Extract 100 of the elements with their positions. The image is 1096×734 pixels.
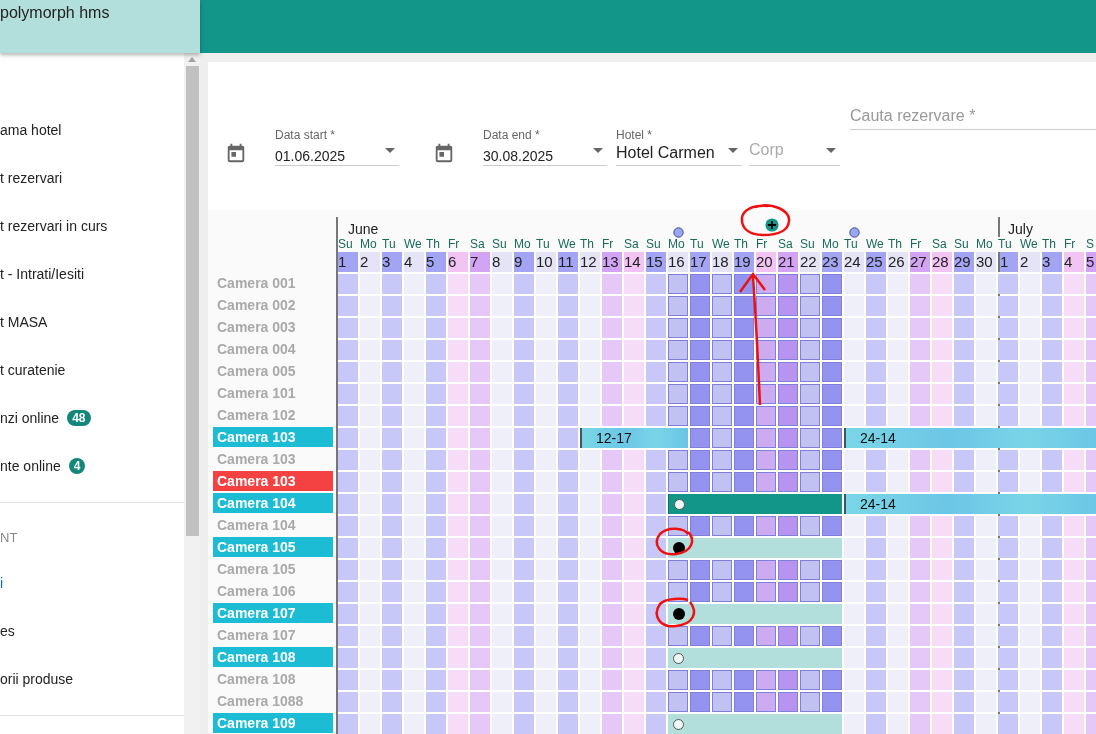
booking-bar[interactable]: 12-17 xyxy=(580,428,688,448)
plus-icon[interactable] xyxy=(765,218,779,232)
hotel-select[interactable]: Hotel * Hotel Carmen xyxy=(616,128,742,166)
day-number[interactable]: 13 xyxy=(602,252,622,272)
dot-icon[interactable] xyxy=(673,227,684,238)
month-label: June xyxy=(348,221,379,237)
day-number[interactable]: 20 xyxy=(756,252,776,272)
month-label: July xyxy=(1008,221,1033,237)
calendar-icon[interactable] xyxy=(433,142,455,164)
day-number[interactable]: 14 xyxy=(624,252,644,272)
room-label: Camera 101 xyxy=(216,384,297,403)
day-number[interactable]: 12 xyxy=(580,252,600,272)
day-number[interactable]: 22 xyxy=(800,252,820,272)
date-field[interactable]: Data start * 01.06.2025 xyxy=(275,128,399,166)
caret-icon xyxy=(593,148,603,153)
calendar-icon[interactable] xyxy=(225,142,247,164)
day-number[interactable]: 26 xyxy=(888,252,908,272)
day-number[interactable]: 15 xyxy=(646,252,666,272)
day-number[interactable]: 11 xyxy=(558,252,578,272)
day-number[interactable]: 5 xyxy=(426,252,446,272)
booking-bar[interactable] xyxy=(668,604,842,624)
day-number[interactable]: 4 xyxy=(404,252,424,272)
weekday-label: Mo xyxy=(822,237,839,251)
weekday-label: Sa xyxy=(778,237,793,251)
weekday-label: Fr xyxy=(602,237,614,251)
nav-item[interactable]: i xyxy=(0,559,184,607)
status-dot xyxy=(673,652,684,664)
day-number[interactable]: 8 xyxy=(492,252,512,272)
nav-item[interactable]: t rezervari xyxy=(0,154,184,202)
weekday-label: Su xyxy=(492,237,507,251)
weekday-label: We xyxy=(558,237,576,251)
nav-item[interactable]: es xyxy=(0,607,184,655)
weekday-label: Th xyxy=(734,237,748,251)
day-number[interactable]: 2 xyxy=(360,252,380,272)
room-label: Camera 106 xyxy=(216,582,297,601)
day-number[interactable]: 28 xyxy=(932,252,952,272)
weekday-label: S xyxy=(1086,237,1094,251)
dot-icon[interactable] xyxy=(849,227,860,238)
nav-item[interactable]: t MASA xyxy=(0,298,184,346)
room-label: Camera 107 xyxy=(213,603,333,623)
day-number[interactable]: 30 xyxy=(976,252,996,272)
count-badge: 4 xyxy=(68,458,86,474)
nav-item[interactable]: nte online 4 xyxy=(0,442,184,490)
booking-bar[interactable] xyxy=(668,538,842,558)
scrollbar[interactable] xyxy=(184,53,200,734)
weekday-label: Tu xyxy=(998,237,1012,251)
day-number[interactable]: 18 xyxy=(712,252,732,272)
search-field[interactable]: Cauta rezervare * xyxy=(850,107,1096,130)
day-number[interactable]: 3 xyxy=(1042,252,1062,272)
weekday-label: Mo xyxy=(360,237,377,251)
room-label: Camera 108 xyxy=(213,647,333,667)
day-number[interactable]: 1 xyxy=(338,252,358,272)
weekday-label: Th xyxy=(580,237,594,251)
room-label: Camera 105 xyxy=(213,537,333,557)
day-number[interactable]: 16 xyxy=(668,252,688,272)
nav-item[interactable]: t - Intrati/Iesiti xyxy=(0,250,184,298)
weekday-label: We xyxy=(1020,237,1038,251)
day-number[interactable]: 17 xyxy=(690,252,710,272)
weekday-label: Tu xyxy=(690,237,704,251)
app-title: polymorph hms xyxy=(0,3,110,22)
day-number[interactable]: 5 xyxy=(1086,252,1096,272)
day-number[interactable]: 4 xyxy=(1064,252,1084,272)
booking-bar[interactable]: 24-14 xyxy=(844,494,1096,514)
weekday-label: Tu xyxy=(844,237,858,251)
weekday-label: Su xyxy=(954,237,969,251)
nav-item[interactable]: orii produse xyxy=(0,655,184,703)
nav-item[interactable]: t curatenie xyxy=(0,346,184,394)
day-number[interactable]: 29 xyxy=(954,252,974,272)
nav-item[interactable]: nzi online 48 xyxy=(0,394,184,442)
date-field[interactable]: Data end * 30.08.2025 xyxy=(483,128,607,166)
weekday-label: Su xyxy=(646,237,661,251)
weekday-label: Su xyxy=(338,237,353,251)
day-number[interactable]: 3 xyxy=(382,252,402,272)
booking-bar[interactable]: 24-14 xyxy=(844,428,1096,448)
day-number[interactable]: 7 xyxy=(470,252,490,272)
scroll-up-icon[interactable] xyxy=(188,57,196,62)
day-number[interactable]: 6 xyxy=(448,252,468,272)
room-label: Camera 004 xyxy=(216,340,297,359)
room-label: Camera 104 xyxy=(213,493,333,513)
day-number[interactable]: 23 xyxy=(822,252,842,272)
status-dot xyxy=(674,498,685,510)
day-number[interactable]: 21 xyxy=(778,252,798,272)
room-label: Camera 002 xyxy=(216,296,297,315)
weekday-label: Fr xyxy=(910,237,922,251)
day-number[interactable]: 9 xyxy=(514,252,534,272)
day-number[interactable]: 10 xyxy=(536,252,556,272)
caret-icon xyxy=(728,148,738,153)
nav-item[interactable]: ama hotel xyxy=(0,106,184,154)
day-number[interactable]: 24 xyxy=(844,252,864,272)
weekday-label: Sa xyxy=(624,237,639,251)
day-number[interactable]: 1 xyxy=(1000,252,1018,272)
weekday-label: Su xyxy=(800,237,815,251)
day-number[interactable]: 19 xyxy=(734,252,754,272)
day-number[interactable]: 2 xyxy=(1020,252,1040,272)
weekday-label: Th xyxy=(888,237,902,251)
day-number[interactable]: 25 xyxy=(866,252,886,272)
day-number[interactable]: 27 xyxy=(910,252,930,272)
nav-item[interactable]: t rezervari in curs xyxy=(0,202,184,250)
weekday-label: Sa xyxy=(470,237,485,251)
room-label: Camera 105 xyxy=(216,560,297,579)
